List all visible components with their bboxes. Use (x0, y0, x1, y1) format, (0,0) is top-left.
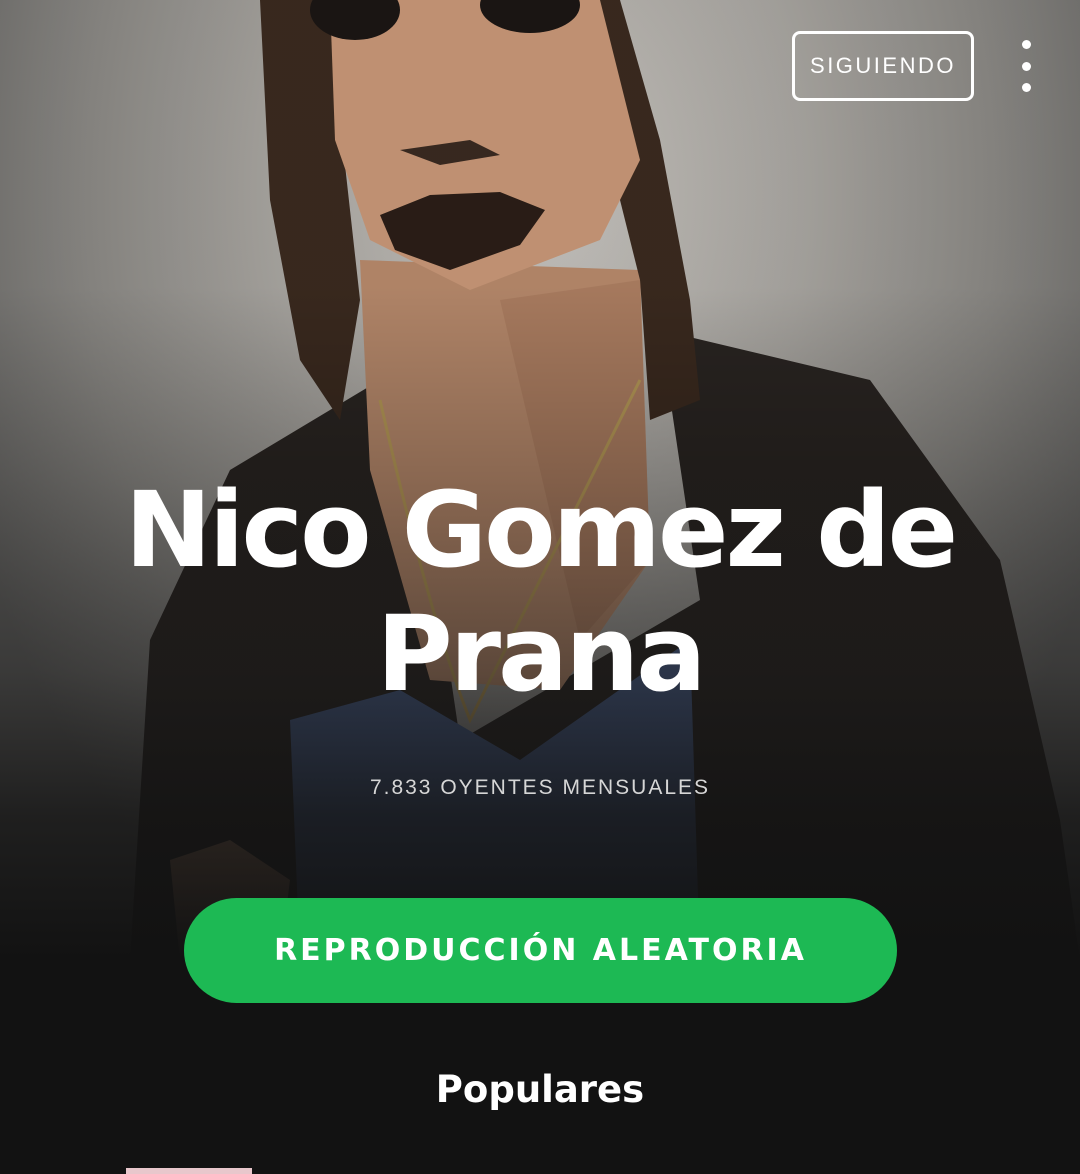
monthly-listeners: 7.833 OYENTES MENSUALES (369, 776, 711, 799)
track-artwork[interactable] (126, 1168, 252, 1174)
dot (1021, 40, 1031, 49)
more-options-icon[interactable] (1006, 36, 1046, 96)
shuffle-play-button[interactable]: REPRODUCCIÓN ALEATORIA (184, 898, 897, 1003)
popular-section-title: Populares (435, 1068, 645, 1111)
artist-page: SIGUIENDO Nico Gomez de Prana 7.833 OYEN… (0, 0, 1080, 1174)
dot (1021, 83, 1031, 92)
follow-button[interactable]: SIGUIENDO (792, 31, 974, 101)
dot (1021, 61, 1031, 71)
artist-name: Nico Gomez de Prana (124, 469, 958, 715)
